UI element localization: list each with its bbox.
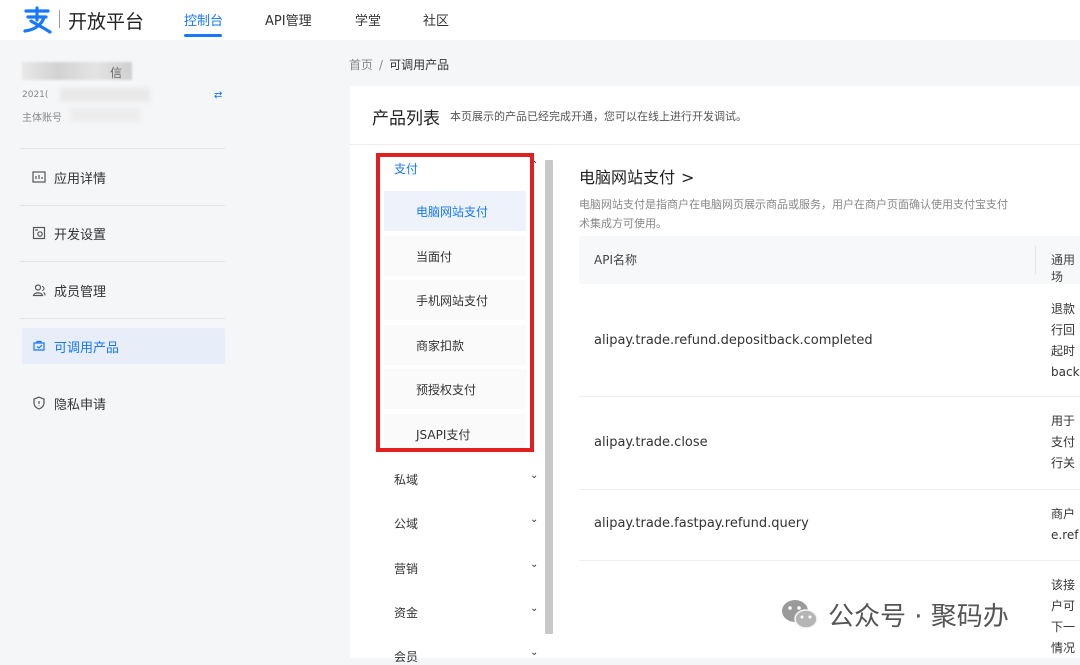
page-title: 产品列表 bbox=[372, 109, 440, 129]
product-title-text: 电脑网站支付 bbox=[579, 168, 676, 187]
api-name-cell[interactable]: alipay.trade.refund.depositback.complete… bbox=[594, 333, 873, 348]
dev-settings-icon bbox=[32, 226, 46, 240]
sidebar-divider bbox=[20, 148, 225, 149]
nav-community[interactable]: 社区 bbox=[423, 10, 449, 29]
breadcrumb-current: 可调用产品 bbox=[389, 58, 450, 72]
account-id: 2021( bbox=[22, 90, 49, 100]
chevron-down-icon[interactable]: ⌄ bbox=[530, 559, 538, 570]
sidebar-item-label: 开发设置 bbox=[54, 227, 107, 243]
breadcrumb-home[interactable]: 首页 bbox=[349, 58, 373, 72]
members-icon bbox=[32, 283, 46, 297]
privacy-shield-icon bbox=[32, 396, 46, 410]
api-name-cell[interactable]: alipay.trade.fastpay.refund.query bbox=[594, 516, 809, 531]
sidebar-item-label: 应用详情 bbox=[54, 171, 107, 187]
chevron-down-icon[interactable]: ⌄ bbox=[530, 470, 538, 481]
chevron-down-icon[interactable]: ⌄ bbox=[530, 647, 538, 658]
sidebar-item-app-detail[interactable]: 应用详情 bbox=[22, 159, 225, 195]
logo-separator bbox=[59, 10, 60, 28]
account-name-suffix: 信 bbox=[110, 66, 123, 80]
api-desc-cell: 用于 支付 行关 bbox=[1051, 414, 1076, 470]
col-scope: 通用场 bbox=[1051, 253, 1076, 284]
watermark-text: 公众号 · 聚码办 bbox=[828, 602, 1009, 632]
chevron-down-icon[interactable]: ⌄ bbox=[530, 514, 538, 525]
nav-academy[interactable]: 学堂 bbox=[355, 10, 381, 29]
sidebar-item-products[interactable]: 可调用产品 bbox=[22, 328, 225, 364]
alipay-logo-icon[interactable] bbox=[22, 6, 52, 34]
table-row-divider bbox=[579, 560, 1080, 561]
wechat-icon bbox=[782, 599, 818, 629]
sidebar-divider bbox=[20, 261, 225, 262]
nav-console[interactable]: 控制台 bbox=[184, 10, 223, 29]
table-row-divider bbox=[579, 489, 1080, 490]
col-divider bbox=[1035, 246, 1036, 274]
account-type-label: 主体账号 bbox=[22, 113, 62, 124]
page-description: 本页展示的产品已经完成开通，您可以在线上进行开发调试。 bbox=[450, 110, 747, 123]
app-detail-icon bbox=[32, 170, 46, 184]
account-id-blurred bbox=[60, 88, 150, 102]
switch-account-icon[interactable]: ⇄ bbox=[214, 90, 222, 101]
category-funds[interactable]: 资金 bbox=[394, 604, 418, 621]
highlight-annotation-box bbox=[376, 153, 534, 452]
breadcrumb-separator: / bbox=[379, 58, 384, 72]
chevron-right-icon: > bbox=[681, 168, 695, 187]
sidebar-item-privacy[interactable]: 隐私申请 bbox=[22, 385, 225, 421]
api-desc-cell: 该接 户可 下一 情况 bbox=[1051, 578, 1076, 655]
account-type-blurred bbox=[70, 108, 140, 122]
api-desc-cell: 商户 e.ref bbox=[1051, 507, 1079, 542]
breadcrumb: 首页 / 可调用产品 bbox=[349, 56, 449, 73]
category-public-domain[interactable]: 公域 bbox=[394, 515, 418, 532]
category-scrollbar[interactable] bbox=[545, 160, 553, 634]
card-divider bbox=[350, 144, 1080, 145]
product-description: 电脑网站支付是指商户在电脑网页展示商品或服务，用户在商户页面确认使用支付宝支付 … bbox=[579, 195, 1080, 233]
nav-active-underline bbox=[184, 34, 222, 37]
col-api-name: API名称 bbox=[594, 253, 637, 267]
sidebar-item-dev-settings[interactable]: 开发设置 bbox=[22, 215, 225, 251]
sidebar-item-label: 成员管理 bbox=[54, 284, 107, 300]
category-marketing[interactable]: 营销 bbox=[394, 560, 418, 577]
sidebar-divider bbox=[20, 318, 225, 319]
product-description-line: 术集成方可使用。 bbox=[579, 217, 667, 230]
category-member[interactable]: 会员 bbox=[394, 648, 418, 665]
api-table-header bbox=[579, 236, 1080, 284]
chevron-down-icon[interactable]: ⌄ bbox=[530, 603, 538, 614]
top-bar: 开放平台 控制台 API管理 学堂 社区 bbox=[0, 0, 1080, 40]
sidebar-item-members[interactable]: 成员管理 bbox=[22, 272, 225, 308]
platform-title[interactable]: 开放平台 bbox=[68, 7, 144, 34]
nav-api-management[interactable]: API管理 bbox=[265, 10, 312, 29]
product-description-line: 电脑网站支付是指商户在电脑网页展示商品或服务，用户在商户页面确认使用支付宝支付 bbox=[579, 198, 1008, 211]
sidebar-divider bbox=[20, 205, 225, 206]
wechat-watermark: 公众号 · 聚码办 bbox=[780, 596, 1009, 633]
products-icon bbox=[32, 339, 46, 353]
category-private-domain[interactable]: 私域 bbox=[394, 471, 418, 488]
api-desc-cell: 退款 行回 起时 back bbox=[1051, 302, 1080, 379]
sidebar-item-label: 隐私申请 bbox=[54, 397, 107, 413]
table-row-divider bbox=[579, 396, 1080, 397]
product-title[interactable]: 电脑网站支付 > bbox=[579, 164, 694, 188]
api-name-cell[interactable]: alipay.trade.close bbox=[594, 435, 708, 450]
sidebar-item-label: 可调用产品 bbox=[54, 340, 120, 356]
